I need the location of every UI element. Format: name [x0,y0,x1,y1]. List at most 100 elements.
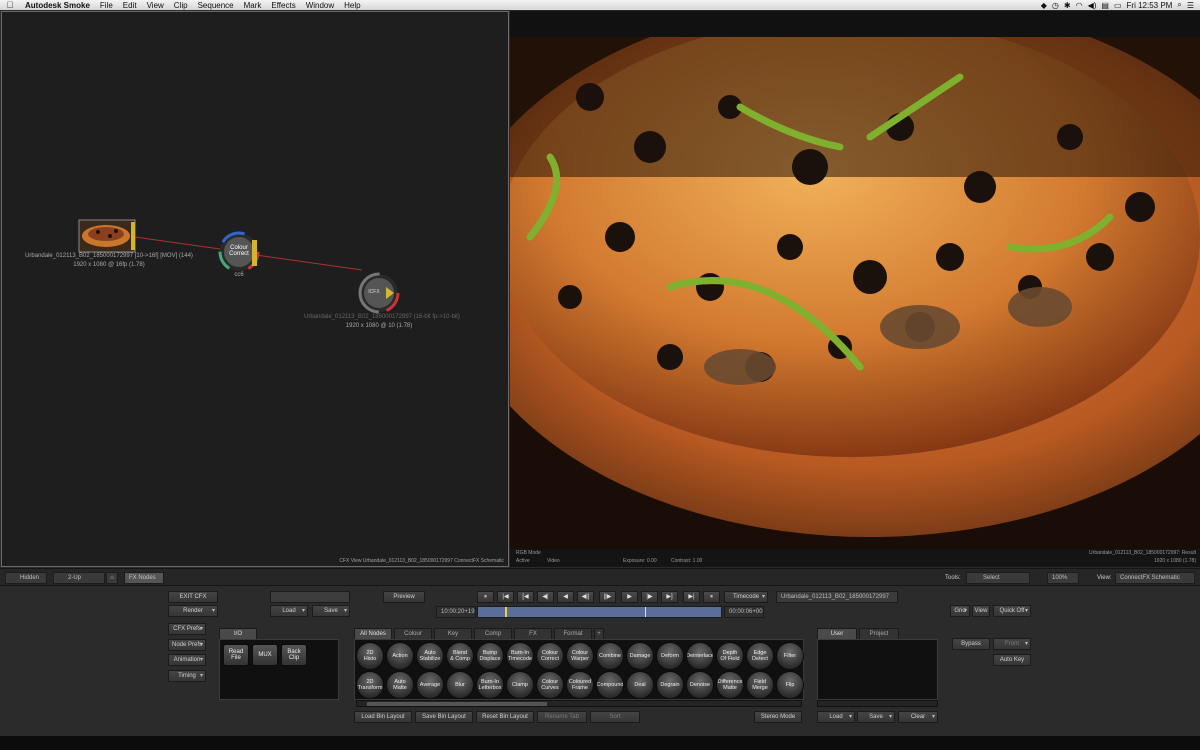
node-filter[interactable]: Filter [776,642,804,670]
preview-button[interactable]: Preview [383,591,425,603]
auto-key-button[interactable]: Auto Key [993,654,1031,666]
transport-mark-out-icon[interactable]: ▶] [661,591,678,603]
menu-window[interactable]: Window [301,1,339,10]
timecode-in-field[interactable]: 10:00:20+19 [436,606,476,618]
node-burn-in-letterbox[interactable]: Burn-In Letterbox [476,671,504,699]
mux-button[interactable]: MUX [252,644,278,666]
node-denoise[interactable]: Denoise [686,671,714,699]
back-clip-button[interactable]: Back Clip [281,644,307,666]
menu-view[interactable]: View [142,1,169,10]
user-bin-scrollbar[interactable] [817,700,938,707]
reset-bin-layout-button[interactable]: Reset Bin Layout [476,711,534,723]
node-action[interactable]: Action [386,642,414,670]
tab-add[interactable]: + [594,628,604,639]
view-button[interactable]: View [972,605,990,617]
transport-mark-in-icon[interactable]: [◀ [517,591,534,603]
node-combine[interactable]: Combine [596,642,624,670]
node-flip[interactable]: Flip [776,671,804,699]
load-bin-layout-button[interactable]: Load Bin Layout [354,711,412,723]
cfx-prefs-button[interactable]: CFX Prefs [168,623,206,635]
node-coloured-frame[interactable]: Coloured Frame [566,671,594,699]
user-load-button[interactable]: Load [817,711,855,723]
timecode-out-field[interactable]: 00:00:06+00 [724,606,764,618]
node-degrain[interactable]: Degrain [656,671,684,699]
node-burn-in-timecode[interactable]: Burn-In Timecode [506,642,534,670]
node-bump-displace[interactable]: Bump Displace [476,642,504,670]
node-average[interactable]: Average [416,671,444,699]
playhead[interactable] [505,607,507,617]
tab-comp[interactable]: Comp [474,628,512,639]
view-mode-dropdown[interactable]: ConnectFX Schematic [1115,572,1195,584]
home-icon[interactable]: ⌂ [106,572,118,584]
node-difference-matte[interactable]: Difference Matte [716,671,744,699]
scrollbar-thumb[interactable] [367,702,547,706]
node-auto-stabilize[interactable]: Auto Stabilize [416,642,444,670]
transport-prev-edit-icon[interactable]: |◀ [497,591,514,603]
stereo-mode-button[interactable]: Stereo Mode [754,711,802,723]
node-edge-detect[interactable]: Edge Detect [746,642,774,670]
schematic-view[interactable]: Urbandale_012113_B02_185000172997 [10->1… [1,11,509,567]
hidden-dropdown[interactable]: Hidden [5,572,47,584]
tab-colour[interactable]: Colour [394,628,432,639]
bluetooth-icon[interactable]: ✱ [1064,1,1071,10]
sort-button[interactable]: Sort [590,711,640,723]
transport-play-icon[interactable]: ▶ [621,591,638,603]
menu-mark[interactable]: Mark [239,1,267,10]
menu-edit[interactable]: Edit [118,1,142,10]
setup-name-field[interactable] [270,591,350,603]
time-machine-icon[interactable]: ◷ [1052,1,1059,10]
transport-step-forward-icon[interactable]: ||▶ [599,591,616,603]
menu-clip[interactable]: Clip [169,1,193,10]
render-button[interactable]: Render [168,605,218,617]
node-prefs-button[interactable]: Node Prefs [168,639,206,651]
transport-next-edit-icon[interactable]: ▶| [683,591,700,603]
spotlight-icon[interactable]: ⌕ [1177,0,1181,10]
tab-format[interactable]: Format [554,628,592,639]
timeline-scrubber[interactable] [477,606,722,618]
node-deal[interactable]: Deal [626,671,654,699]
transport-next-frame-icon[interactable]: |▶ [641,591,658,603]
node-blend-comp[interactable]: Blend & Comp [446,642,474,670]
rename-tab-button[interactable]: Rename Tab [537,711,587,723]
transport-prev-frame-icon[interactable]: ◀| [537,591,554,603]
node-blur[interactable]: Blur [446,671,474,699]
animation-button[interactable]: Animation [168,654,206,666]
transport-first-icon[interactable]: ⏸ [477,591,494,603]
exit-cfx-button[interactable]: EXIT CFX [168,591,218,603]
node-clamp[interactable]: Clamp [506,671,534,699]
node-deinterlace[interactable]: Deinterlace [686,642,714,670]
menu-sequence[interactable]: Sequence [193,1,239,10]
transport-step-back-icon[interactable]: ◀|| [577,591,594,603]
load-setup-button[interactable]: Load [270,605,308,617]
user-clear-button[interactable]: Clear [898,711,938,723]
tab-fx[interactable]: FX [514,628,552,639]
menu-help[interactable]: Help [339,1,365,10]
flag-icon[interactable]: ▤ [1101,1,1109,10]
clip-name-field[interactable]: Urbandale_012113_B02_185000172997 [776,591,898,603]
menu-app-name[interactable]: Autodesk Smoke [20,1,95,10]
timing-button[interactable]: Timing [168,670,206,682]
bypass-button[interactable]: Bypass [952,638,990,650]
tab-project[interactable]: Project [859,628,899,639]
wifi-icon[interactable]: ◠ [1076,1,1083,10]
node-damage[interactable]: Damage [626,642,654,670]
user-save-button[interactable]: Save [857,711,895,723]
front-dropdown[interactable]: Front [993,638,1031,650]
tab-user[interactable]: User [817,628,857,639]
node-depth-of-field[interactable]: Depth Of Field [716,642,744,670]
zoom-dropdown[interactable]: 100% [1047,572,1079,584]
tools-select-dropdown[interactable]: Select [966,572,1030,584]
layout-dropdown[interactable]: 2-Up [53,572,105,584]
node-colour-curves[interactable]: Colour Curves [536,671,564,699]
tab-all-nodes[interactable]: All Nodes [354,628,392,639]
image-viewer[interactable]: RGB Mode Active Video Exposure: 0.00 Con… [510,11,1200,567]
node-field-merge[interactable]: Field Merge [746,671,774,699]
menu-effects[interactable]: Effects [266,1,300,10]
node-bin-scrollbar[interactable] [356,700,802,707]
node-2d-histo[interactable]: 2D Histo [356,642,384,670]
menu-clock[interactable]: Fri 12:53 PM [1127,1,1173,10]
node-colour-warper[interactable]: Colour Warper [566,642,594,670]
grid-button[interactable]: Grid [950,605,970,617]
apple-icon[interactable]:  [0,0,20,10]
node-auto-matte[interactable]: Auto Matte [386,671,414,699]
